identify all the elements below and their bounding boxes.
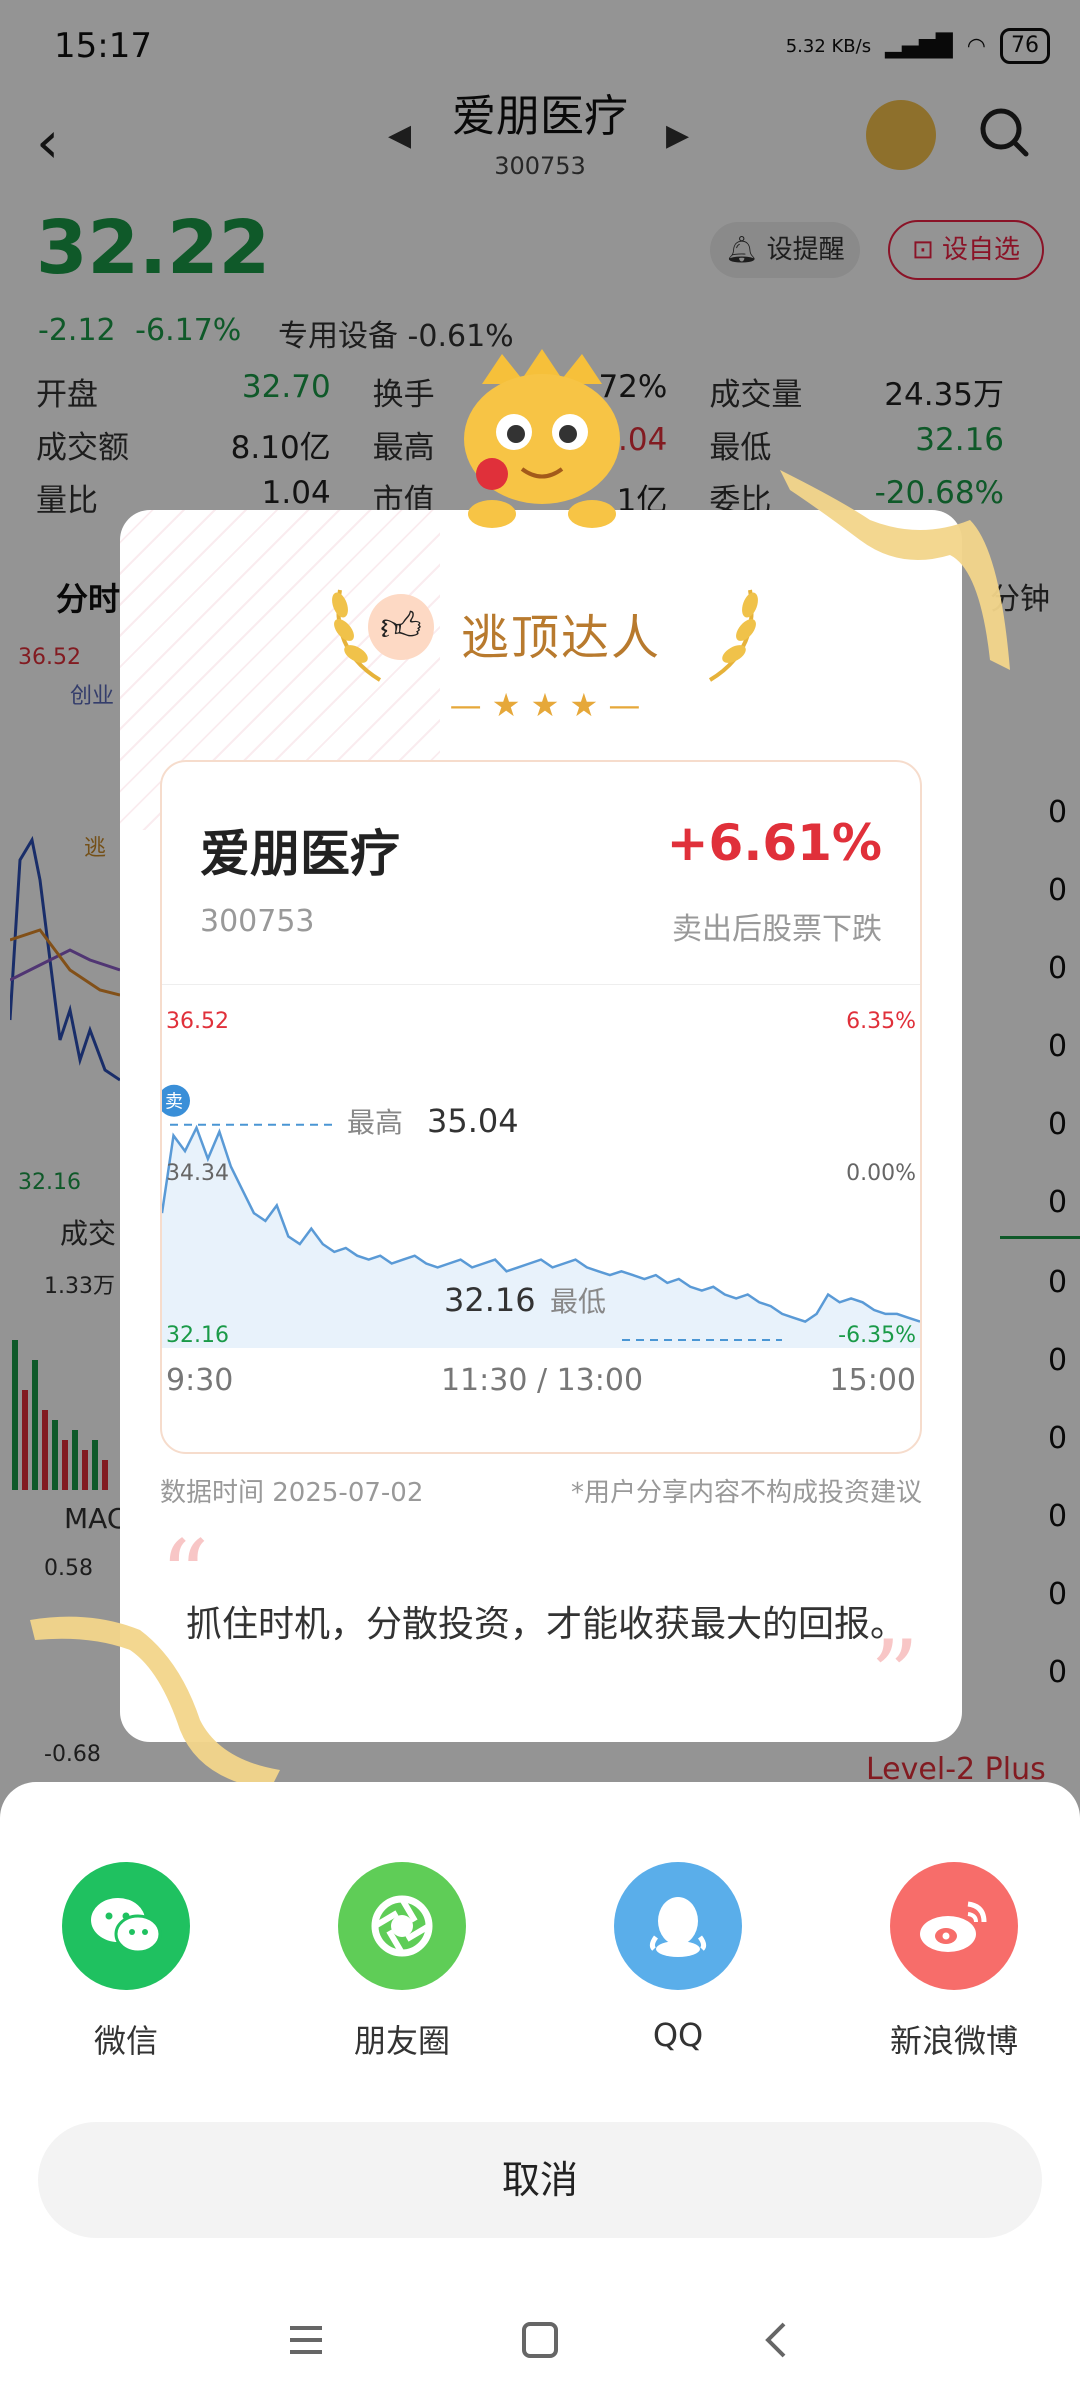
y-high-label: 36.52 xyxy=(166,1009,229,1034)
share-moments-button[interactable]: 朋友圈 xyxy=(302,1862,502,2062)
back-nav-icon[interactable] xyxy=(756,2320,796,2360)
moments-icon xyxy=(338,1862,466,1990)
qq-icon xyxy=(614,1862,742,1990)
x-label-midday: 11:30 / 13:00 xyxy=(441,1363,643,1398)
y-low-label: 32.16 xyxy=(166,1323,229,1348)
wechat-icon xyxy=(62,1862,190,1990)
x-label-close: 15:00 xyxy=(830,1363,916,1398)
star-rating-icon: — ★ ★ ★ — xyxy=(449,686,641,724)
chart-area xyxy=(162,1127,920,1348)
x-label-open: 9:30 xyxy=(166,1363,233,1398)
intraday-line-chart: 卖 36.52 6.35% 34.34 0.00% 32.16 -6.35% 最… xyxy=(162,1009,920,1398)
share-card: 👍︎ 逃顶达人 — ★ ★ ★ — 爱朋医疗 +6.61% 300753 卖出后… xyxy=(120,510,962,1742)
mascot-dragon-icon xyxy=(464,349,620,528)
stock-summary-box: 爱朋医疗 +6.61% 300753 卖出后股票下跌 卖 36.52 6.35%… xyxy=(160,760,922,1454)
card-change-pct: +6.61% xyxy=(666,814,882,872)
ribbon-decoration-right xyxy=(780,470,1010,670)
share-moments-label: 朋友圈 xyxy=(353,2022,450,2060)
quote-text: 抓住时机，分散投资，才能收获最大的回报。 xyxy=(186,1604,907,1645)
system-nav-bar xyxy=(0,2280,1080,2400)
pct-low-label: -6.35% xyxy=(838,1323,916,1348)
high-annotation-value: 35.04 xyxy=(427,1102,519,1140)
high-annotation-label: 最高 xyxy=(347,1106,403,1139)
low-annotation-label: 最低 xyxy=(550,1285,606,1318)
sell-marker-label: 卖 xyxy=(165,1092,183,1113)
cancel-button[interactable]: 取消 xyxy=(38,2122,1042,2238)
disclaimer: *用户分享内容不构成投资建议 xyxy=(570,1478,922,1508)
close-quote-icon: ” xyxy=(870,1620,920,1732)
share-wechat-label: 微信 xyxy=(93,2022,158,2060)
home-icon[interactable] xyxy=(520,2320,560,2360)
menu-icon[interactable] xyxy=(286,2320,326,2360)
pct-high-label: 6.35% xyxy=(846,1009,916,1034)
divider xyxy=(162,984,920,985)
pct-mid-label: 0.00% xyxy=(846,1161,916,1186)
card-note: 卖出后股票下跌 xyxy=(672,912,882,947)
share-qq-label: QQ xyxy=(652,2016,704,2054)
share-weibo-button[interactable]: 新浪微博 xyxy=(854,1862,1054,2062)
data-time: 数据时间 2025-07-02 xyxy=(160,1478,424,1508)
card-stock-code: 300753 xyxy=(200,904,315,939)
share-weibo-label: 新浪微博 xyxy=(889,2022,1018,2060)
low-annotation-value: 32.16 xyxy=(444,1281,536,1319)
share-wechat-button[interactable]: 微信 xyxy=(26,1862,226,2062)
y-mid-label: 34.34 xyxy=(166,1161,229,1186)
ribbon-decoration-left xyxy=(30,1616,280,1790)
card-stock-name: 爱朋医疗 xyxy=(200,825,400,883)
laurel-right-icon xyxy=(708,589,758,682)
share-qq-button[interactable]: QQ xyxy=(578,1862,778,2054)
weibo-icon xyxy=(890,1862,1018,1990)
